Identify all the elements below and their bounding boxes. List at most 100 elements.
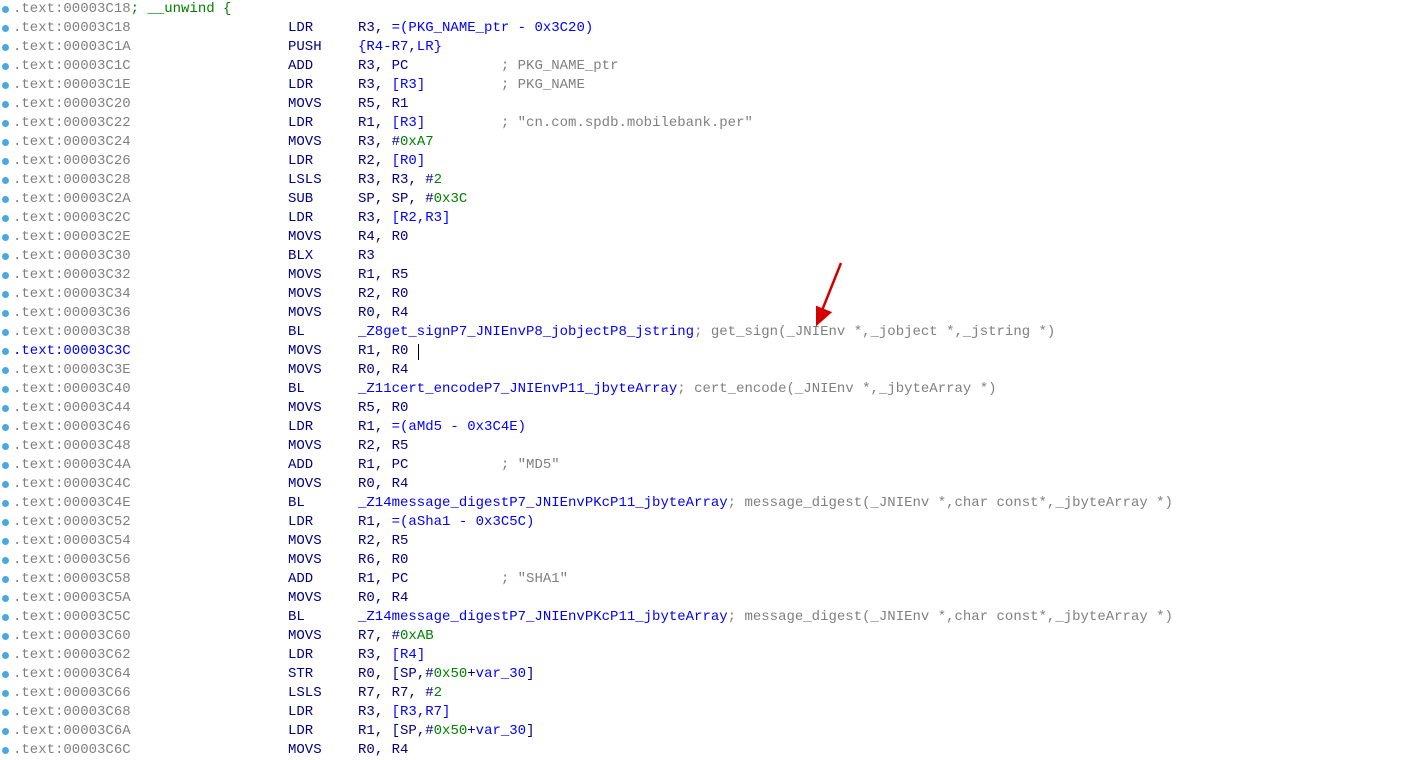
disassembly-listing[interactable]: .text:00003C18 ; __unwind {.text:00003C1… [0, 0, 1413, 760]
operands: R0, R4 [358, 304, 408, 323]
asm-line[interactable]: .text:00003C18 ; __unwind { [0, 0, 1413, 19]
comment: ; "SHA1" [408, 570, 568, 589]
mnemonic: MOVS [288, 399, 358, 418]
asm-line[interactable]: .text:00003C2CLDRR3, [R2,R3] [0, 209, 1413, 228]
breakpoint-dot[interactable] [2, 82, 9, 89]
breakpoint-dot[interactable] [2, 101, 9, 108]
breakpoint-dot[interactable] [2, 728, 9, 735]
breakpoint-dot[interactable] [2, 500, 9, 507]
breakpoint-dot[interactable] [2, 424, 9, 431]
asm-line[interactable]: .text:00003C20MOVSR5, R1 [0, 95, 1413, 114]
operands: R1, R5 [358, 266, 408, 285]
breakpoint-dot[interactable] [2, 329, 9, 336]
breakpoint-dot[interactable] [2, 671, 9, 678]
asm-line[interactable]: .text:00003C6ALDRR1, [SP,#0x50+var_30] [0, 722, 1413, 741]
asm-line[interactable]: .text:00003C28LSLSR3, R3, #2 [0, 171, 1413, 190]
asm-line[interactable]: .text:00003C6CMOVSR0, R4 [0, 741, 1413, 760]
breakpoint-dot[interactable] [2, 158, 9, 165]
breakpoint-dot[interactable] [2, 291, 9, 298]
address-label: .text:00003C60 [13, 627, 288, 646]
asm-line[interactable]: .text:00003C60MOVSR7, #0xAB [0, 627, 1413, 646]
breakpoint-dot[interactable] [2, 709, 9, 716]
breakpoint-dot[interactable] [2, 310, 9, 317]
mnemonic: ADD [288, 570, 358, 589]
breakpoint-dot[interactable] [2, 196, 9, 203]
breakpoint-dot[interactable] [2, 481, 9, 488]
asm-line[interactable]: .text:00003C3CMOVSR1, R0 [0, 342, 1413, 361]
asm-line[interactable]: .text:00003C62LDRR3, [R4] [0, 646, 1413, 665]
breakpoint-dot[interactable] [2, 652, 9, 659]
address-label: .text:00003C46 [13, 418, 288, 437]
breakpoint-dot[interactable] [2, 367, 9, 374]
asm-line[interactable]: .text:00003C46LDRR1, =(aMd5 - 0x3C4E) [0, 418, 1413, 437]
mnemonic: MOVS [288, 342, 358, 361]
asm-line[interactable]: .text:00003C64STRR0, [SP,#0x50+var_30] [0, 665, 1413, 684]
asm-line[interactable]: .text:00003C48MOVSR2, R5 [0, 437, 1413, 456]
breakpoint-dot[interactable] [2, 690, 9, 697]
breakpoint-dot[interactable] [2, 462, 9, 469]
breakpoint-dot[interactable] [2, 633, 9, 640]
mnemonic: MOVS [288, 285, 358, 304]
breakpoint-dot[interactable] [2, 519, 9, 526]
asm-line[interactable]: .text:00003C36MOVSR0, R4 [0, 304, 1413, 323]
asm-line[interactable]: .text:00003C56MOVSR6, R0 [0, 551, 1413, 570]
asm-line[interactable]: .text:00003C38BL_Z8get_signP7_JNIEnvP8_j… [0, 323, 1413, 342]
breakpoint-dot[interactable] [2, 139, 9, 146]
breakpoint-dot[interactable] [2, 386, 9, 393]
asm-line[interactable]: .text:00003C22LDRR1, [R3] ; "cn.com.spdb… [0, 114, 1413, 133]
asm-line[interactable]: .text:00003C5AMOVSR0, R4 [0, 589, 1413, 608]
breakpoint-dot[interactable] [2, 234, 9, 241]
asm-line[interactable]: .text:00003C40BL_Z11cert_encodeP7_JNIEnv… [0, 380, 1413, 399]
asm-line[interactable]: .text:00003C68LDRR3, [R3,R7] [0, 703, 1413, 722]
operands: R3, R3, #2 [358, 171, 442, 190]
operands: R1, R0 [358, 342, 408, 361]
operands: R1, PC [358, 456, 408, 475]
asm-line[interactable]: .text:00003C54MOVSR2, R5 [0, 532, 1413, 551]
operands: R0, R4 [358, 361, 408, 380]
asm-line[interactable]: .text:00003C5CBL_Z14message_digestP7_JNI… [0, 608, 1413, 627]
breakpoint-dot[interactable] [2, 443, 9, 450]
breakpoint-dot[interactable] [2, 215, 9, 222]
asm-line[interactable]: .text:00003C32MOVSR1, R5 [0, 266, 1413, 285]
asm-line[interactable]: .text:00003C2EMOVSR4, R0 [0, 228, 1413, 247]
operands: R3, #0xA7 [358, 133, 434, 152]
asm-line[interactable]: .text:00003C66LSLSR7, R7, #2 [0, 684, 1413, 703]
operands: R3, PC [358, 57, 408, 76]
breakpoint-dot[interactable] [2, 614, 9, 621]
asm-line[interactable]: .text:00003C30BLXR3 [0, 247, 1413, 266]
asm-line[interactable]: .text:00003C4CMOVSR0, R4 [0, 475, 1413, 494]
asm-line[interactable]: .text:00003C2ASUBSP, SP, #0x3C [0, 190, 1413, 209]
asm-line[interactable]: .text:00003C1ELDRR3, [R3] ; PKG_NAME [0, 76, 1413, 95]
address-label: .text:00003C40 [13, 380, 288, 399]
breakpoint-dot[interactable] [2, 557, 9, 564]
breakpoint-dot[interactable] [2, 576, 9, 583]
breakpoint-dot[interactable] [2, 595, 9, 602]
asm-line[interactable]: .text:00003C24MOVSR3, #0xA7 [0, 133, 1413, 152]
asm-line[interactable]: .text:00003C58ADDR1, PC ; "SHA1" [0, 570, 1413, 589]
operands: R3, [R4] [358, 646, 425, 665]
asm-line[interactable]: .text:00003C1CADDR3, PC ; PKG_NAME_ptr [0, 57, 1413, 76]
breakpoint-dot[interactable] [2, 63, 9, 70]
breakpoint-dot[interactable] [2, 253, 9, 260]
breakpoint-dot[interactable] [2, 120, 9, 127]
asm-line[interactable]: .text:00003C26LDRR2, [R0] [0, 152, 1413, 171]
asm-line[interactable]: .text:00003C52LDRR1, =(aSha1 - 0x3C5C) [0, 513, 1413, 532]
asm-line[interactable]: .text:00003C3EMOVSR0, R4 [0, 361, 1413, 380]
asm-line[interactable]: .text:00003C1APUSH{R4-R7,LR} [0, 38, 1413, 57]
address-label: .text:00003C4A [13, 456, 288, 475]
breakpoint-dot[interactable] [2, 405, 9, 412]
asm-line[interactable]: .text:00003C4EBL_Z14message_digestP7_JNI… [0, 494, 1413, 513]
breakpoint-dot[interactable] [2, 44, 9, 51]
asm-line[interactable]: .text:00003C44MOVSR5, R0 [0, 399, 1413, 418]
asm-line[interactable]: .text:00003C4AADDR1, PC ; "MD5" [0, 456, 1413, 475]
address-label: .text:00003C52 [13, 513, 288, 532]
asm-line[interactable]: .text:00003C34MOVSR2, R0 [0, 285, 1413, 304]
breakpoint-dot[interactable] [2, 6, 9, 13]
breakpoint-dot[interactable] [2, 177, 9, 184]
address-label: .text:00003C1E [13, 76, 288, 95]
asm-line[interactable]: .text:00003C18LDRR3, =(PKG_NAME_ptr - 0x… [0, 19, 1413, 38]
breakpoint-dot[interactable] [2, 272, 9, 279]
breakpoint-dot[interactable] [2, 348, 9, 355]
breakpoint-dot[interactable] [2, 25, 9, 32]
breakpoint-dot[interactable] [2, 538, 9, 545]
